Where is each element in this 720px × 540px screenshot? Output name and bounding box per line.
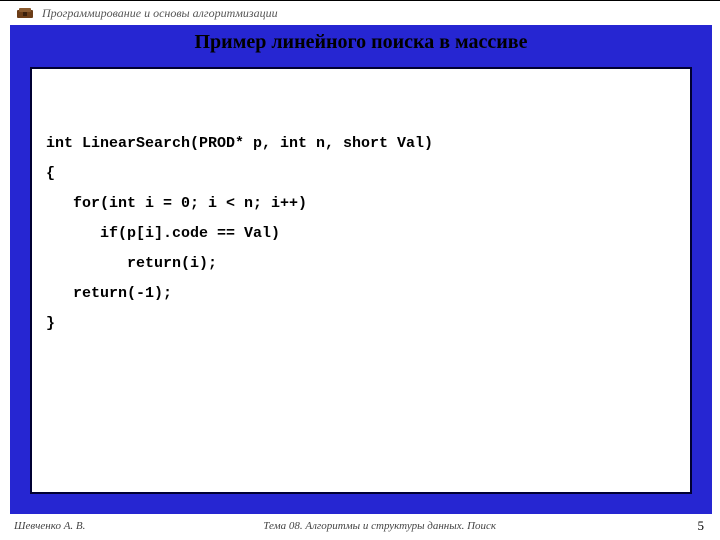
code-line: for(int i = 0; i < n; i++)	[46, 189, 676, 219]
code-line: return(-1);	[46, 279, 676, 309]
code-line: if(p[i].code == Val)	[46, 219, 676, 249]
code-line: {	[46, 159, 676, 189]
course-logo-icon	[16, 6, 34, 20]
slide-title: Пример линейного поиска в массиве	[10, 31, 712, 54]
course-title: Программирование и основы алгоритмизации	[42, 6, 278, 21]
code-line: }	[46, 309, 676, 339]
header-band: Программирование и основы алгоритмизации	[10, 2, 712, 24]
footer-author: Шевченко А. В.	[10, 520, 85, 532]
footer-topic: Тема 08. Алгоритмы и структуры данных. П…	[85, 520, 674, 532]
content-frame: Пример линейного поиска в массиве int Li…	[10, 25, 712, 514]
code-line: return(i);	[46, 249, 676, 279]
code-line: int LinearSearch(PROD* p, int n, short V…	[46, 129, 676, 159]
code-box: int LinearSearch(PROD* p, int n, short V…	[30, 67, 692, 494]
footer-page-number: 5	[674, 518, 712, 534]
footer: Шевченко А. В. Тема 08. Алгоритмы и стру…	[10, 515, 712, 537]
slide: Программирование и основы алгоритмизации…	[0, 0, 720, 540]
